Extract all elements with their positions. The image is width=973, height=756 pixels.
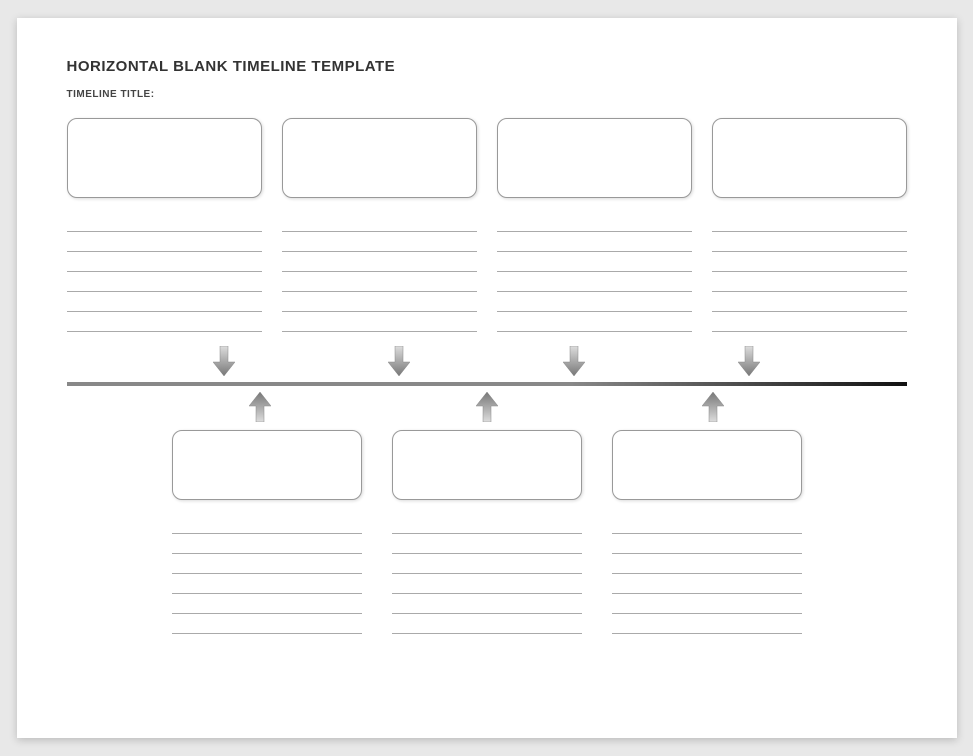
writing-line[interactable] xyxy=(282,292,477,312)
top-event-2 xyxy=(282,118,477,332)
writing-line[interactable] xyxy=(67,212,262,232)
writing-line[interactable] xyxy=(497,212,692,232)
bottom-event-1 xyxy=(172,430,362,634)
writing-line[interactable] xyxy=(392,614,582,634)
event-lines xyxy=(392,514,582,634)
event-box[interactable] xyxy=(392,430,582,500)
writing-line[interactable] xyxy=(172,594,362,614)
writing-line[interactable] xyxy=(712,212,907,232)
event-box[interactable] xyxy=(172,430,362,500)
event-lines xyxy=(612,514,802,634)
writing-line[interactable] xyxy=(67,272,262,292)
writing-line[interactable] xyxy=(497,232,692,252)
writing-line[interactable] xyxy=(67,252,262,272)
top-event-1 xyxy=(67,118,262,332)
top-event-4 xyxy=(712,118,907,332)
writing-line[interactable] xyxy=(712,272,907,292)
timeline-axis xyxy=(67,382,907,386)
writing-line[interactable] xyxy=(497,252,692,272)
arrow-down-icon xyxy=(388,346,410,376)
writing-line[interactable] xyxy=(282,312,477,332)
writing-line[interactable] xyxy=(392,514,582,534)
arrow-up-icon xyxy=(249,392,271,422)
down-arrows-row xyxy=(67,346,907,376)
bottom-event-2 xyxy=(392,430,582,634)
event-lines xyxy=(497,212,692,332)
up-arrows-row xyxy=(67,392,907,422)
top-event-3 xyxy=(497,118,692,332)
writing-line[interactable] xyxy=(612,514,802,534)
top-events-row xyxy=(67,118,907,332)
template-title: HORIZONTAL BLANK TIMELINE TEMPLATE xyxy=(67,58,907,75)
writing-line[interactable] xyxy=(612,614,802,634)
writing-line[interactable] xyxy=(67,312,262,332)
writing-line[interactable] xyxy=(392,554,582,574)
writing-line[interactable] xyxy=(392,534,582,554)
writing-line[interactable] xyxy=(497,312,692,332)
event-lines xyxy=(282,212,477,332)
writing-line[interactable] xyxy=(67,232,262,252)
writing-line[interactable] xyxy=(392,594,582,614)
event-lines xyxy=(172,514,362,634)
arrow-down-icon xyxy=(563,346,585,376)
writing-line[interactable] xyxy=(172,614,362,634)
writing-line[interactable] xyxy=(612,534,802,554)
event-lines xyxy=(67,212,262,332)
timeline-content xyxy=(67,118,907,718)
writing-line[interactable] xyxy=(612,554,802,574)
event-box[interactable] xyxy=(497,118,692,198)
writing-line[interactable] xyxy=(712,292,907,312)
writing-line[interactable] xyxy=(612,574,802,594)
document-page: HORIZONTAL BLANK TIMELINE TEMPLATE TIMEL… xyxy=(17,18,957,738)
writing-line[interactable] xyxy=(282,232,477,252)
writing-line[interactable] xyxy=(172,574,362,594)
writing-line[interactable] xyxy=(712,232,907,252)
writing-line[interactable] xyxy=(282,252,477,272)
event-box[interactable] xyxy=(712,118,907,198)
writing-line[interactable] xyxy=(497,292,692,312)
writing-line[interactable] xyxy=(172,534,362,554)
bottom-event-3 xyxy=(612,430,802,634)
arrow-up-icon xyxy=(702,392,724,422)
writing-line[interactable] xyxy=(282,212,477,232)
arrow-up-icon xyxy=(476,392,498,422)
writing-line[interactable] xyxy=(497,272,692,292)
writing-line[interactable] xyxy=(612,594,802,614)
timeline-title-label: TIMELINE TITLE: xyxy=(67,89,907,100)
arrow-down-icon xyxy=(738,346,760,376)
event-box[interactable] xyxy=(282,118,477,198)
writing-line[interactable] xyxy=(172,514,362,534)
writing-line[interactable] xyxy=(392,574,582,594)
event-lines xyxy=(712,212,907,332)
event-box[interactable] xyxy=(67,118,262,198)
event-box[interactable] xyxy=(612,430,802,500)
bottom-events-row xyxy=(67,430,907,634)
writing-line[interactable] xyxy=(282,272,477,292)
writing-line[interactable] xyxy=(712,252,907,272)
writing-line[interactable] xyxy=(712,312,907,332)
arrow-down-icon xyxy=(213,346,235,376)
writing-line[interactable] xyxy=(67,292,262,312)
writing-line[interactable] xyxy=(172,554,362,574)
